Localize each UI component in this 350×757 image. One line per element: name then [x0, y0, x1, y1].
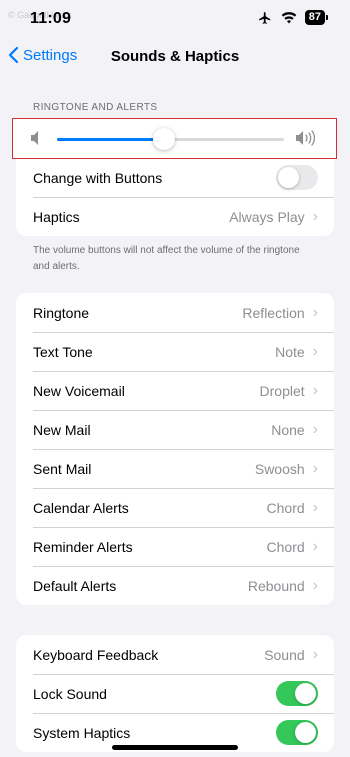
- tone-row-label: New Voicemail: [33, 382, 125, 399]
- battery-level: 87: [304, 10, 325, 25]
- volume-slider-fill: [57, 138, 164, 141]
- chevron-right-icon: ›: [312, 303, 318, 321]
- haptics-value: Always Play: [229, 208, 305, 225]
- tones-card: Ringtone Reflection › Text Tone Note › New Voi…: [16, 293, 334, 605]
- chevron-right-icon: ›: [312, 537, 318, 555]
- chevron-right-icon: ›: [312, 498, 318, 516]
- tone-row[interactable]: Reminder Alerts Chord ›: [16, 527, 334, 566]
- speaker-low-icon: [31, 131, 38, 145]
- lock-sound-row: Lock Sound: [16, 674, 334, 713]
- keyboard-feedback-label: Keyboard Feedback: [33, 646, 159, 663]
- volume-slider-thumb[interactable]: [152, 128, 175, 150]
- lock-sound-label: Lock Sound: [33, 685, 107, 702]
- tone-row[interactable]: Calendar Alerts Chord ›: [16, 488, 334, 527]
- chevron-right-icon: ›: [312, 576, 318, 594]
- navigation-bar: Settings Sounds & Haptics: [0, 40, 350, 74]
- haptics-row[interactable]: Haptics Always Play ›: [16, 197, 334, 236]
- chevron-right-icon: ›: [312, 459, 318, 477]
- speaker-high-icon: [296, 130, 316, 146]
- tone-row-value: Rebound: [247, 577, 305, 594]
- chevron-right-icon: ›: [312, 342, 318, 360]
- status-icons: 87: [257, 10, 328, 25]
- tone-row-label: Reminder Alerts: [33, 538, 133, 555]
- tone-row-label: New Mail: [33, 421, 91, 438]
- tone-row[interactable]: Sent Mail Swoosh ›: [16, 449, 334, 488]
- status-time: 11:09: [30, 10, 72, 27]
- tone-row-label: Default Alerts: [33, 577, 117, 594]
- volume-footnote: The volume buttons will not affect the v…: [33, 245, 300, 272]
- change-with-buttons-toggle[interactable]: [276, 165, 318, 190]
- tone-row-value: Note: [275, 343, 305, 360]
- tone-row-value: Swoosh: [254, 460, 305, 477]
- chevron-right-icon: ›: [312, 207, 318, 225]
- airplane-icon: [258, 11, 270, 24]
- system-haptics-label: System Haptics: [33, 724, 131, 741]
- wifi-icon: [281, 12, 297, 24]
- battery-icon: 87: [304, 10, 328, 25]
- chevron-right-icon: ›: [312, 420, 318, 438]
- home-indicator: [112, 745, 238, 750]
- volume-slider-track[interactable]: [57, 128, 284, 150]
- chevron-right-icon: ›: [312, 381, 318, 399]
- tone-row-value: Chord: [266, 499, 305, 516]
- ringer-volume-slider-highlight: [12, 118, 337, 159]
- tone-row-value: Droplet: [259, 382, 305, 399]
- system-haptics-toggle[interactable]: [276, 720, 318, 745]
- section-header-ringtone: RINGTONE AND ALERTS: [33, 102, 158, 113]
- chevron-right-icon: ›: [312, 645, 318, 663]
- tone-row[interactable]: New Voicemail Droplet ›: [16, 371, 334, 410]
- tone-row-label: Text Tone: [33, 343, 93, 360]
- tone-row[interactable]: New Mail None ›: [16, 410, 334, 449]
- feedback-card: Keyboard Feedback Sound › Lock Sound Sys…: [16, 635, 334, 752]
- keyboard-feedback-value: Sound: [264, 646, 305, 663]
- change-with-buttons-label: Change with Buttons: [33, 169, 163, 186]
- tone-row[interactable]: Default Alerts Rebound ›: [16, 566, 334, 605]
- tone-row-value: Chord: [266, 538, 305, 555]
- tone-row-label: Sent Mail: [33, 460, 92, 477]
- lock-sound-toggle[interactable]: [276, 681, 318, 706]
- change-with-buttons-row: Change with Buttons: [16, 158, 334, 197]
- keyboard-feedback-row[interactable]: Keyboard Feedback Sound ›: [16, 635, 334, 674]
- tone-row[interactable]: Text Tone Note ›: [16, 332, 334, 371]
- tone-row-label: Calendar Alerts: [33, 499, 129, 516]
- tone-row[interactable]: Ringtone Reflection ›: [16, 293, 334, 332]
- page-title: Sounds & Haptics: [110, 48, 240, 65]
- tone-row-label: Ringtone: [33, 304, 90, 321]
- status-bar: © GadgetHacks 11:09 87: [0, 0, 350, 40]
- tone-row-value: None: [271, 421, 305, 438]
- tone-row-value: Reflection: [242, 304, 305, 321]
- haptics-label: Haptics: [33, 208, 80, 225]
